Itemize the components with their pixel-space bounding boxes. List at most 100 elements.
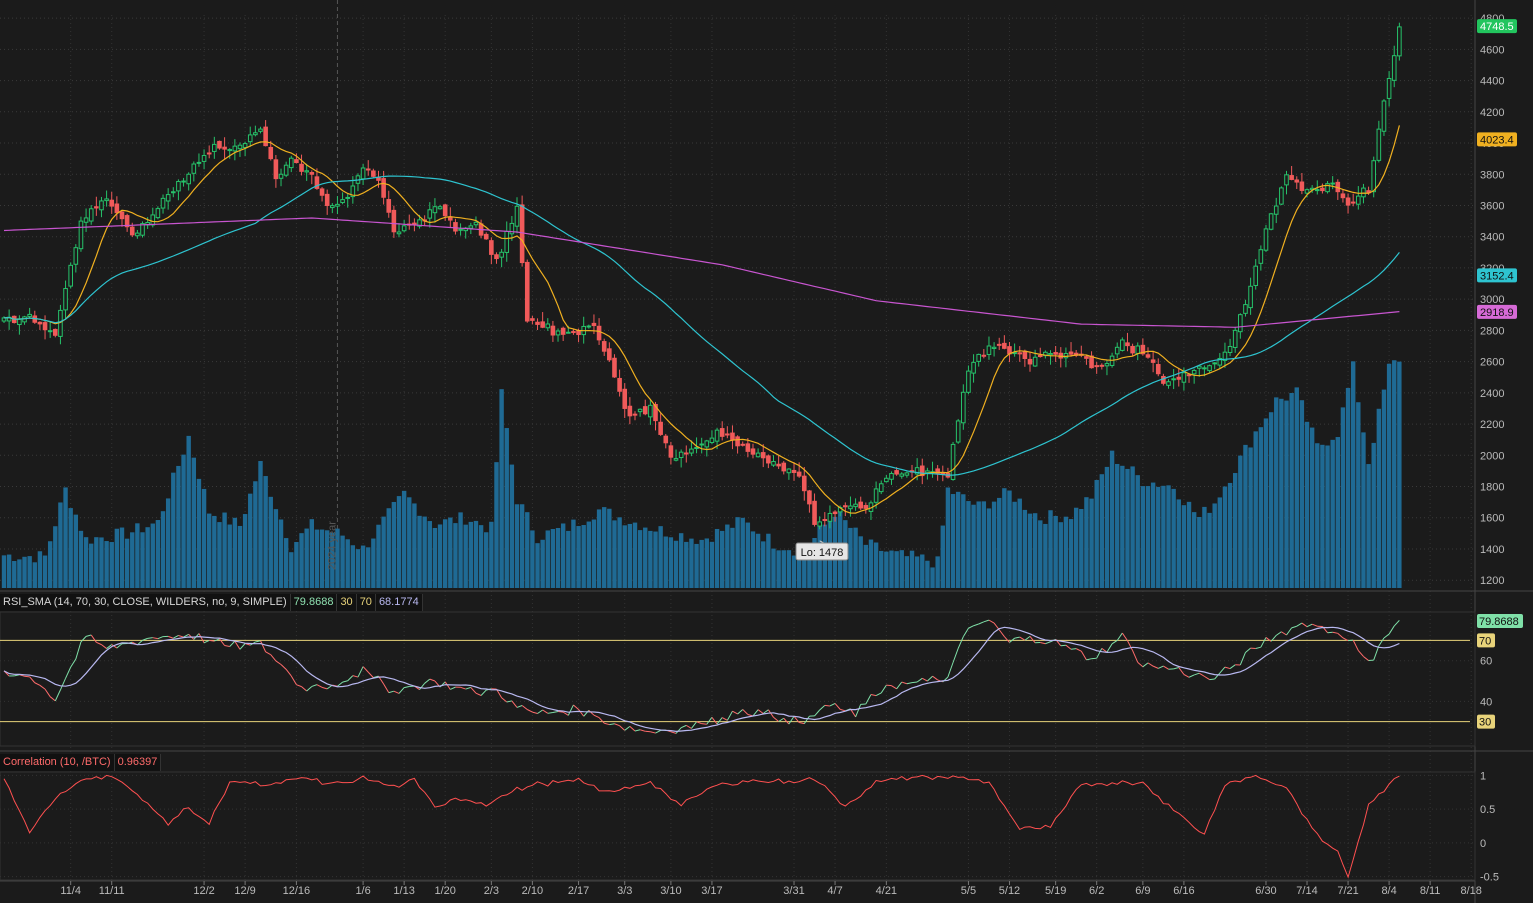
volume-bar [196, 478, 202, 588]
volume-bar [725, 524, 730, 588]
volume-bar [371, 538, 376, 588]
candle-body [371, 170, 376, 177]
volume-bar [412, 503, 417, 588]
volume-bar [1350, 361, 1356, 588]
candle-body [950, 443, 956, 480]
volume-bar [730, 527, 735, 588]
candle-body [1027, 358, 1033, 365]
candle-body [894, 470, 899, 475]
price-tick-label: 2200 [1480, 419, 1504, 431]
volume-bar [263, 476, 268, 588]
volume-bar [786, 550, 792, 588]
volume-bar [201, 488, 207, 588]
volume-bar [1361, 432, 1366, 588]
candle-body [1361, 187, 1366, 198]
candle-body [391, 209, 397, 233]
volume-bar [550, 529, 556, 588]
candle-body [617, 377, 622, 392]
volume-bar [602, 507, 607, 588]
volume-bar [750, 531, 756, 588]
candle-body [304, 170, 309, 173]
low-label: Lo: 1478 [801, 547, 844, 559]
volume-bar [1197, 516, 1202, 588]
candle-body [288, 157, 294, 169]
candle-body [155, 208, 161, 219]
rsi-segment [911, 681, 918, 684]
candle-body [129, 226, 135, 236]
volume-bar [376, 524, 381, 588]
volume-bar [612, 520, 617, 588]
volume-bar [258, 461, 263, 588]
candle-body [1232, 329, 1238, 348]
volume-bar [889, 550, 894, 588]
volume-bar [1048, 510, 1053, 588]
volume-bar [478, 525, 484, 588]
rsi-tick-label: 40 [1480, 696, 1492, 708]
candle-body [612, 357, 617, 378]
volume-bar [1304, 421, 1310, 588]
volume-bar [227, 524, 232, 588]
volume-bar [1032, 513, 1038, 588]
candle-body [1022, 350, 1028, 360]
candle-body [42, 322, 48, 331]
price-tick-label: 2800 [1480, 325, 1504, 337]
volume-bar [991, 501, 997, 588]
candle-body [27, 313, 32, 317]
candle-body [1161, 375, 1166, 384]
volume-bar [340, 535, 345, 588]
candle-body [796, 471, 802, 477]
volume-bar [566, 530, 571, 588]
rsi-oversold-badge: 30 [1477, 714, 1495, 729]
candle-body [1068, 351, 1074, 355]
candle-body [771, 461, 776, 466]
candle-body [1150, 359, 1156, 363]
volume-bar [130, 532, 135, 588]
price-tick-label: 4400 [1480, 76, 1504, 88]
candle-body [201, 155, 207, 162]
candle-body [1314, 189, 1320, 192]
candle-body [699, 443, 704, 446]
volume-bar [1017, 498, 1022, 588]
candle-body [1125, 342, 1130, 347]
time-tick-label: 7/21 [1337, 885, 1358, 897]
ma-fast-badge: 4023.4 [1477, 132, 1517, 147]
volume-bar [135, 523, 140, 588]
volume-bar [1171, 488, 1176, 588]
volume-bar [1274, 397, 1279, 588]
volume-bar [1079, 509, 1084, 588]
volume-bar [145, 527, 150, 588]
volume-bar [868, 539, 874, 588]
volume-bar [581, 525, 586, 588]
volume-bar [643, 527, 648, 588]
candle-body [1289, 175, 1294, 180]
volume-bar [699, 539, 704, 588]
price-tick-label: 4200 [1480, 107, 1504, 119]
candle-body [427, 209, 433, 219]
candle-body [1263, 228, 1269, 251]
low-marker: Lo: 1478 [795, 540, 849, 561]
volume-bar [78, 530, 84, 588]
volume-bar [191, 457, 197, 588]
volume-bar [1, 555, 7, 588]
volume-bar [47, 541, 53, 588]
candle-body [1273, 205, 1279, 215]
candle-body [237, 144, 243, 150]
volume-bar [714, 528, 720, 588]
candle-body [242, 143, 248, 148]
volume-bar [432, 527, 438, 588]
volume-bar [473, 520, 479, 588]
volume-bar [27, 556, 32, 588]
time-tick-label: 7/14 [1296, 885, 1317, 897]
rsi-overbought-level: 70 [357, 594, 376, 611]
volume-bar [1166, 485, 1171, 588]
candle-body [1032, 356, 1038, 367]
volume-bar [407, 497, 412, 588]
volume-bar [1053, 515, 1058, 588]
candle-body [632, 413, 638, 416]
candle-body [1299, 181, 1305, 191]
chart-canvas[interactable]: 2024 year Lo: 147812001400160018002000220… [0, 0, 1533, 903]
volume-bar [94, 537, 99, 588]
volume-bar [489, 521, 494, 588]
candle-body [678, 451, 684, 459]
candle-body [873, 488, 879, 503]
